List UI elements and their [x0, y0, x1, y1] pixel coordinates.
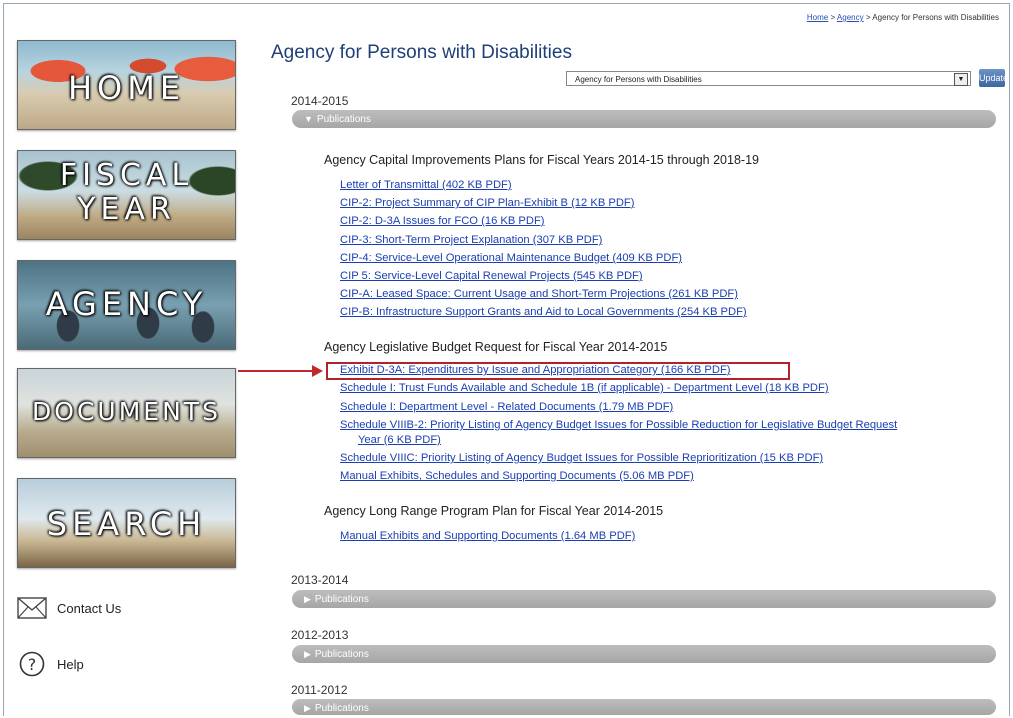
document-link[interactable]: CIP-4: Service-Level Operational Mainten… [340, 252, 682, 264]
triangle-right-icon: ▶ [304, 703, 311, 713]
nav-documents-tile[interactable]: DOCUMENTS [17, 368, 236, 458]
section-heading-capital-improvements: Agency Capital Improvements Plans for Fi… [324, 153, 759, 167]
document-link[interactable]: Schedule I: Department Level - Related D… [340, 401, 673, 413]
document-link[interactable]: CIP-A: Leased Space: Current Usage and S… [340, 288, 738, 300]
document-link-continuation[interactable]: Year (6 KB PDF) [358, 434, 441, 446]
svg-text:?: ? [28, 655, 37, 674]
publications-toggle-2013-2014[interactable]: ▶ Publications [292, 590, 996, 608]
nav-agency-label: AGENCY [45, 285, 208, 323]
breadcrumb: Home > Agency > Agency for Persons with … [807, 13, 999, 22]
agency-select[interactable]: Agency for Persons with Disabilities ▼ [566, 71, 971, 86]
publications-toggle-2012-2013[interactable]: ▶ Publications [292, 645, 996, 663]
breadcrumb-current: Agency for Persons with Disabilities [872, 13, 999, 22]
year-label: 2014-2015 [291, 94, 349, 108]
nav-search-tile[interactable]: SEARCH [17, 478, 236, 568]
triangle-down-icon: ▼ [304, 114, 313, 124]
nav-fiscal-year-tile[interactable]: FISCAL YEAR [17, 150, 236, 240]
nav-documents-label: DOCUMENTS [32, 397, 221, 426]
nav-fiscal-label: FISCAL [59, 158, 194, 193]
annotation-arrow-icon [312, 365, 323, 377]
help-label: Help [57, 656, 84, 672]
nav-home-label: HOME [67, 69, 186, 107]
publications-label: Publications [316, 114, 371, 125]
breadcrumb-agency-link[interactable]: Agency [837, 13, 864, 22]
year-label: 2011-2012 [291, 683, 348, 697]
nav-year-label: YEAR [77, 192, 176, 227]
agency-select-value: Agency for Persons with Disabilities [575, 75, 702, 84]
document-link[interactable]: Schedule I: Trust Funds Available and Sc… [340, 382, 829, 394]
envelope-icon [17, 595, 47, 621]
document-link[interactable]: Manual Exhibits, Schedules and Supportin… [340, 470, 694, 482]
contact-us-label: Contact Us [57, 600, 122, 616]
document-link[interactable]: CIP-B: Infrastructure Support Grants and… [340, 306, 747, 318]
annotation-arrow-line [238, 370, 314, 372]
document-link[interactable]: Letter of Transmittal (402 KB PDF) [340, 179, 512, 191]
page-title: Agency for Persons with Disabilities [271, 42, 572, 63]
document-link[interactable]: CIP-3: Short-Term Project Explanation (3… [340, 234, 602, 246]
document-link[interactable]: CIP-2: D-3A Issues for FCO (16 KB PDF) [340, 215, 545, 227]
document-link[interactable]: CIP-2: Project Summary of CIP Plan-Exhib… [340, 197, 635, 209]
breadcrumb-separator: > [828, 13, 837, 22]
chevron-down-icon[interactable]: ▼ [954, 73, 968, 86]
breadcrumb-separator: > [863, 13, 873, 22]
update-button[interactable]: Update [979, 69, 1008, 87]
triangle-right-icon: ▶ [304, 649, 311, 659]
breadcrumb-home-link[interactable]: Home [807, 13, 828, 22]
document-link[interactable]: CIP 5: Service-Level Capital Renewal Pro… [340, 270, 643, 282]
nav-agency-tile[interactable]: AGENCY [17, 260, 236, 350]
document-link[interactable]: Manual Exhibits and Supporting Documents… [340, 530, 635, 542]
publications-label: Publications [314, 703, 369, 714]
contact-us-link[interactable]: Contact Us [17, 595, 121, 621]
section-heading-legislative-budget: Agency Legislative Budget Request for Fi… [324, 340, 668, 354]
publications-toggle-2014-2015[interactable]: ▼ Publications [292, 110, 996, 128]
section-heading-long-range-plan: Agency Long Range Program Plan for Fisca… [324, 504, 664, 518]
help-link[interactable]: ? Help [17, 651, 84, 677]
highlight-box [326, 362, 790, 380]
document-link[interactable]: Schedule VIIIB-2: Priority Listing of Ag… [340, 419, 897, 431]
publications-toggle-2011-2012[interactable]: ▶ Publications [292, 699, 996, 715]
publications-label: Publications [314, 649, 369, 660]
year-label: 2013-2014 [291, 573, 349, 587]
year-label: 2012-2013 [291, 628, 349, 642]
document-link[interactable]: Schedule VIIIC: Priority Listing of Agen… [340, 452, 823, 464]
triangle-right-icon: ▶ [304, 594, 311, 604]
publications-label: Publications [314, 594, 369, 605]
nav-home-tile[interactable]: HOME [17, 40, 236, 130]
nav-search-label: SEARCH [46, 505, 207, 543]
question-circle-icon: ? [17, 651, 47, 677]
